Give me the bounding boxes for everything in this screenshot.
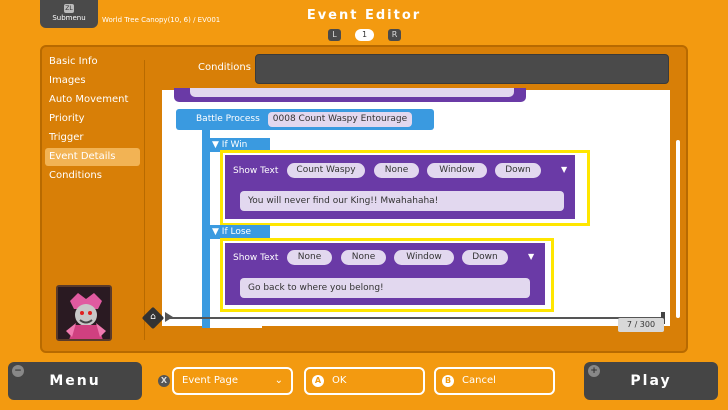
home-icon: ⌂: [150, 312, 156, 322]
b-key-icon: B: [442, 375, 454, 387]
sidebar-item-event-details[interactable]: Event Details: [45, 148, 140, 166]
event-page-select[interactable]: Event Page ⌄: [172, 367, 293, 395]
message-text[interactable]: You will never find our King!! Mwahahaha…: [240, 191, 564, 211]
show-text-label: Show Text: [233, 253, 279, 263]
speaker-pill[interactable]: Count Waspy: [287, 163, 365, 178]
command-counter: 7 / 300: [618, 318, 664, 332]
speaker-pill[interactable]: None: [287, 250, 332, 265]
page-prev-button[interactable]: L: [328, 29, 341, 41]
conditions-label: Conditions: [198, 62, 251, 73]
chevron-down-icon: ⌄: [274, 375, 283, 386]
canvas-scrollbar[interactable]: [676, 140, 680, 318]
event-page-label: Event Page: [182, 375, 239, 386]
collapse-caret-icon[interactable]: ▼: [212, 140, 219, 150]
menu-button[interactable]: Menu: [8, 362, 142, 400]
play-label: Play: [630, 373, 672, 389]
if-win-label: If Win: [221, 140, 248, 150]
page-next-button[interactable]: R: [388, 29, 401, 41]
x-key-icon: X: [158, 375, 170, 387]
face-pill[interactable]: None: [341, 250, 386, 265]
plus-icon: +: [588, 365, 600, 377]
if-lose-label: If Lose: [221, 227, 252, 237]
event-character-image: [56, 285, 112, 341]
previous-command-text: [190, 88, 514, 97]
battle-process-label: Battle Process: [196, 114, 260, 124]
show-text-label: Show Text: [233, 166, 279, 176]
page-number: 1: [355, 29, 374, 41]
dropdown-caret-icon[interactable]: ▼: [561, 165, 567, 174]
sidebar-item-auto-movement[interactable]: Auto Movement: [45, 91, 140, 109]
if-lose-branch[interactable]: ▼ If Lose: [210, 225, 270, 239]
sidebar-item-basic-info[interactable]: Basic Info: [45, 53, 140, 71]
message-text[interactable]: Go back to where you belong!: [240, 278, 530, 298]
sidebar-item-conditions[interactable]: Conditions: [45, 167, 140, 185]
conditions-field[interactable]: [255, 54, 669, 84]
minus-icon: −: [12, 365, 24, 377]
display-pill[interactable]: Window: [394, 250, 454, 265]
battle-process-value[interactable]: 0008 Count Waspy Entourage: [268, 112, 412, 127]
timeline-track[interactable]: [170, 317, 662, 319]
play-arrow-icon: [165, 312, 173, 322]
a-key-icon: A: [312, 375, 324, 387]
face-pill[interactable]: None: [374, 163, 419, 178]
counter-total: / 300: [634, 320, 656, 329]
ok-label: OK: [332, 375, 347, 386]
page-title: Event Editor: [306, 8, 422, 23]
sidebar-item-trigger[interactable]: Trigger: [45, 129, 140, 147]
play-button[interactable]: Play: [584, 362, 718, 400]
sidebar-item-priority[interactable]: Priority: [45, 110, 140, 128]
sidebar-item-images[interactable]: Images: [45, 72, 140, 90]
sidebar-divider: [144, 60, 145, 340]
counter-value: 7: [626, 320, 633, 329]
cancel-label: Cancel: [462, 375, 496, 386]
menu-label: Menu: [49, 373, 101, 389]
display-pill[interactable]: Window: [427, 163, 487, 178]
dropdown-caret-icon[interactable]: ▼: [528, 252, 534, 261]
collapse-caret-icon[interactable]: ▼: [212, 227, 219, 237]
position-pill[interactable]: Down: [495, 163, 541, 178]
position-pill[interactable]: Down: [462, 250, 508, 265]
